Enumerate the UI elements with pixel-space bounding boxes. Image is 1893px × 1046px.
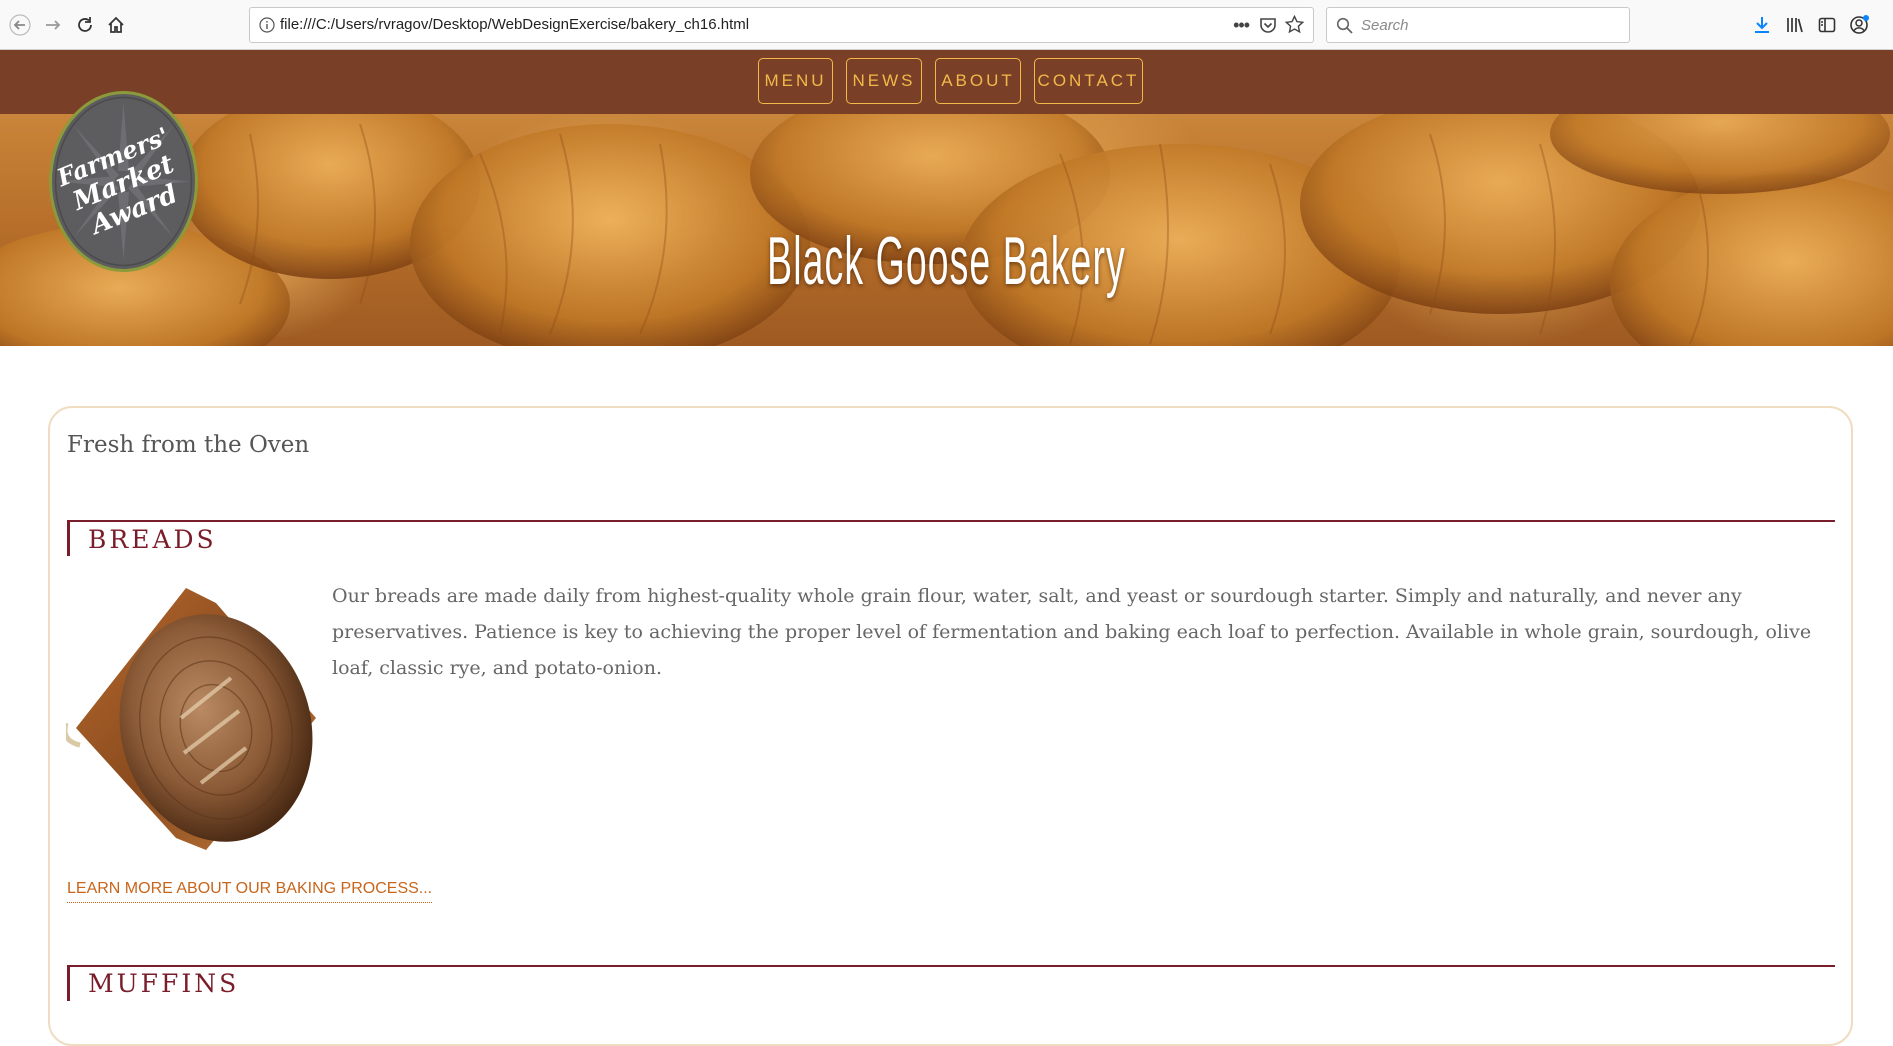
section-accent-bar [67, 966, 70, 1001]
info-icon[interactable] [259, 17, 275, 37]
browser-toolbar: file:///C:/Users/rvragov/Desktop/WebDesi… [0, 0, 1893, 50]
library-icon[interactable] [1782, 12, 1808, 38]
breads-description: Our breads are made daily from highest-q… [332, 585, 1812, 679]
back-icon[interactable] [5, 10, 35, 40]
search-input[interactable]: Search [1326, 7, 1630, 43]
search-placeholder: Search [1361, 17, 1409, 34]
section-divider [67, 965, 1835, 967]
content-panel [48, 406, 1853, 1046]
section-accent-bar [67, 521, 70, 556]
site-nav: MENU NEWS ABOUT CONTACT [0, 50, 1893, 114]
nav-contact-link[interactable]: CONTACT [1034, 58, 1143, 104]
url-text: file:///C:/Users/rvragov/Desktop/WebDesi… [280, 16, 750, 33]
section-title-muffins: MUFFINS [88, 969, 240, 998]
bookmark-star-icon[interactable] [1284, 14, 1305, 38]
nav-menu-link[interactable]: MENU [758, 58, 833, 104]
reload-icon[interactable] [70, 10, 100, 40]
page-heading: Fresh from the Oven [67, 432, 310, 458]
download-icon[interactable] [1749, 12, 1775, 38]
award-badge: Farmers' Market Award [49, 91, 198, 272]
account-icon[interactable] [1846, 12, 1872, 38]
site-title: Black Goose Bakery [767, 223, 1126, 299]
section-title-breads: BREADS [88, 525, 217, 554]
nav-about-link[interactable]: ABOUT [935, 58, 1021, 104]
pocket-icon[interactable] [1259, 16, 1277, 38]
search-icon [1336, 17, 1353, 38]
sidebar-icon[interactable] [1814, 12, 1840, 38]
nav-news-link[interactable]: NEWS [846, 58, 922, 104]
page-actions-icon[interactable]: ••• [1233, 15, 1250, 36]
bread-image [62, 578, 318, 854]
hero-banner: Black Goose Bakery [0, 114, 1893, 346]
forward-icon[interactable] [38, 10, 68, 40]
address-bar[interactable]: file:///C:/Users/rvragov/Desktop/WebDesi… [249, 7, 1314, 43]
section-divider [67, 520, 1835, 522]
learn-more-link[interactable]: LEARN MORE ABOUT OUR BAKING PROCESS... [67, 880, 433, 903]
home-icon[interactable] [101, 10, 131, 40]
